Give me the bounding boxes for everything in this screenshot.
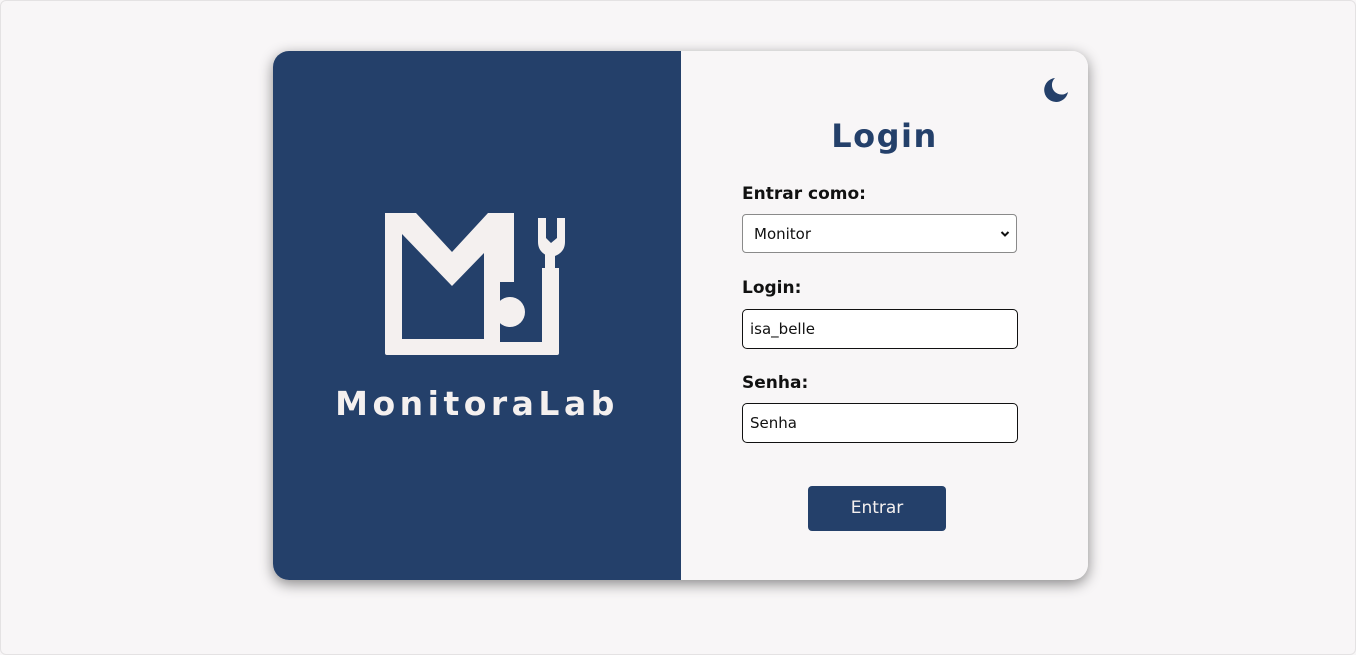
brand-name: MonitoraLab bbox=[335, 384, 619, 423]
password-input[interactable]: Senha bbox=[742, 403, 1018, 443]
page-title: Login bbox=[831, 117, 938, 155]
submit-button[interactable]: Entrar bbox=[808, 486, 946, 531]
password-input-placeholder: Senha bbox=[750, 414, 797, 432]
brand-panel: MonitoraLab bbox=[273, 51, 681, 580]
role-select[interactable]: Monitor bbox=[742, 214, 1017, 253]
login-input[interactable]: isa_belle bbox=[742, 309, 1018, 349]
theme-toggle-button[interactable] bbox=[1041, 75, 1071, 105]
login-card: MonitoraLab Login Entrar como: Monitor L… bbox=[273, 51, 1088, 580]
password-label: Senha: bbox=[742, 373, 809, 393]
monitoralab-logo-icon bbox=[385, 212, 569, 360]
role-select-value: Monitor bbox=[754, 225, 812, 243]
role-label: Entrar como: bbox=[742, 184, 866, 204]
login-form-panel: Login Entrar como: Monitor Login: isa_be… bbox=[681, 51, 1088, 580]
page: MonitoraLab Login Entrar como: Monitor L… bbox=[0, 0, 1356, 655]
login-label: Login: bbox=[742, 278, 802, 298]
chevron-down-icon bbox=[1000, 231, 1010, 237]
login-input-value: isa_belle bbox=[750, 320, 815, 338]
moon-icon bbox=[1044, 78, 1068, 102]
